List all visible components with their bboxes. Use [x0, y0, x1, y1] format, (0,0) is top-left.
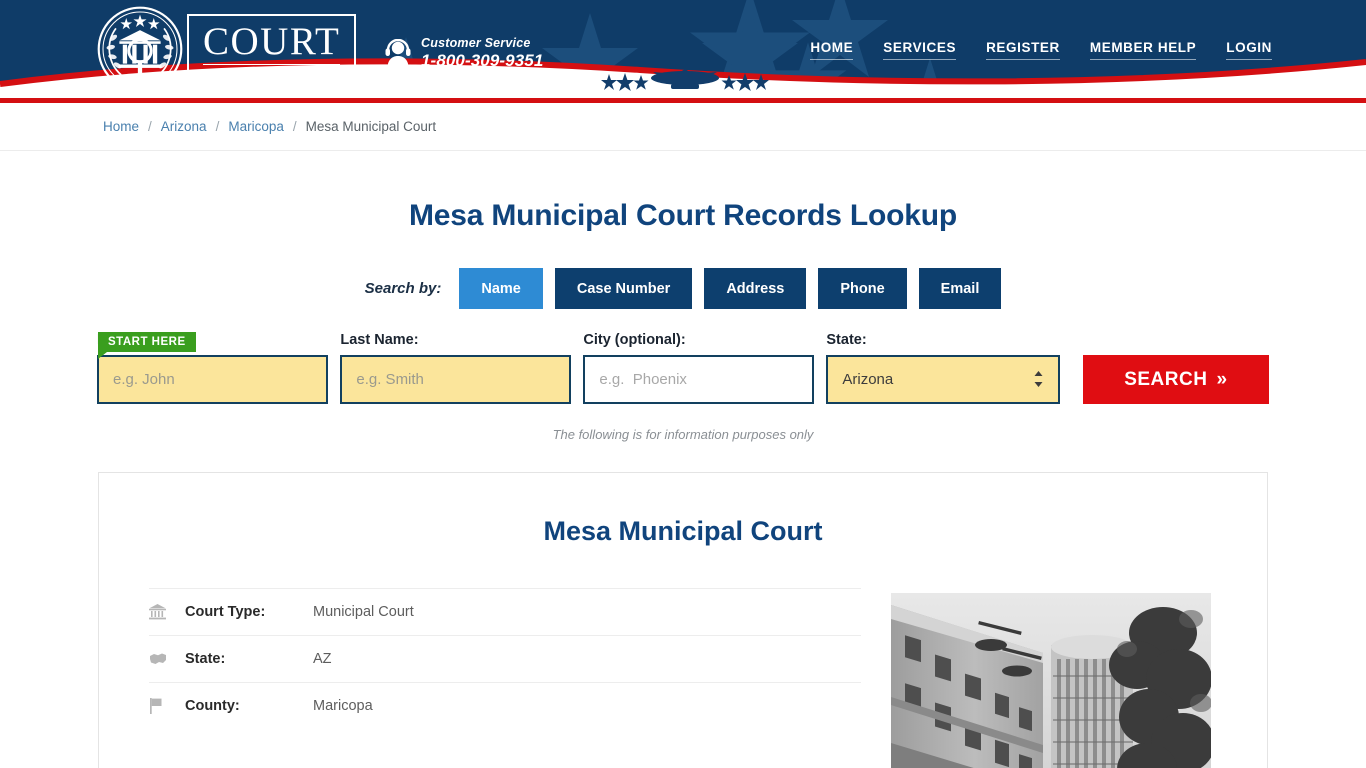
tab-case-number[interactable]: Case Number — [554, 268, 693, 309]
first-name-input[interactable] — [97, 355, 329, 404]
customer-service-label: Customer Service — [421, 36, 531, 50]
last-name-input[interactable] — [340, 355, 572, 404]
search-form-row: First Name: Last Name: City (optional): … — [0, 332, 1366, 404]
state-label-row: State: — [185, 651, 226, 667]
city-input[interactable] — [583, 355, 815, 404]
tab-phone[interactable]: Phone — [818, 268, 907, 309]
breadcrumb-separator: / — [215, 119, 220, 134]
logo-title: COURT — [203, 19, 341, 63]
table-row: County: Maricopa — [149, 682, 861, 729]
tab-address[interactable]: Address — [704, 268, 807, 309]
breadcrumb-item-current: Mesa Municipal Court — [305, 119, 437, 134]
site-header: COURT CASE FINDER Customer Service 1-800… — [0, 0, 1366, 98]
nav-item-services[interactable]: SERVICES — [883, 40, 957, 60]
logo-subtitle: CASE FINDER — [203, 63, 341, 80]
chevron-right-double-icon: » — [1216, 368, 1228, 390]
city-label: City (optional): — [583, 332, 686, 348]
breadcrumb-separator: / — [292, 119, 297, 134]
bank-building-icon — [149, 604, 185, 620]
site-logo[interactable]: COURT CASE FINDER — [97, 6, 357, 91]
court-detail-card: Mesa Municipal Court Court Type: Municip… — [98, 472, 1268, 768]
city-field-group: City (optional): — [583, 332, 815, 404]
tab-name[interactable]: Name — [459, 268, 543, 309]
court-type-label: Court Type: — [185, 604, 266, 620]
headset-agent-icon — [385, 38, 411, 68]
breadcrumb: Home / Arizona / Maricopa / Mesa Municip… — [0, 103, 1366, 151]
court-seal-icon — [97, 6, 183, 91]
court-type-value: Municipal Court — [313, 604, 414, 620]
customer-service-phone[interactable]: 1-800-309-9351 — [421, 51, 543, 71]
page-title: Mesa Municipal Court Records Lookup — [408, 199, 958, 232]
main-navigation[interactable]: HOME SERVICES REGISTER MEMBER HELP LOGIN — [810, 40, 1272, 60]
court-detail-body: Court Type: Municipal Court State: AZ Co… — [99, 588, 1267, 768]
county-label: County: — [185, 698, 240, 714]
start-here-badge: START HERE — [98, 332, 196, 359]
court-name-heading: Mesa Municipal Court — [543, 516, 823, 546]
last-name-field-group: Last Name: — [340, 332, 572, 404]
table-row: Court Type: Municipal Court — [149, 588, 861, 635]
search-by-label: Search by: — [364, 280, 442, 297]
nav-item-home[interactable]: HOME — [810, 40, 854, 60]
last-name-label: Last Name: — [340, 332, 419, 348]
state-field-group: State: Arizona — [826, 332, 1060, 404]
tab-email[interactable]: Email — [918, 268, 1002, 309]
table-row: State: AZ — [149, 635, 861, 682]
state-label: State: — [826, 332, 867, 348]
eagle-and-stars-emblem — [601, 69, 769, 91]
nav-item-login[interactable]: LOGIN — [1226, 40, 1272, 60]
disclaimer-text: The following is for information purpose… — [552, 427, 814, 442]
state-select[interactable]: Arizona — [826, 355, 1060, 404]
courthouse-photo — [891, 593, 1211, 768]
us-map-icon — [149, 652, 185, 666]
search-button-label: SEARCH — [1124, 368, 1208, 390]
breadcrumb-item-arizona[interactable]: Arizona — [161, 119, 207, 134]
search-button[interactable]: SEARCH » — [1082, 355, 1269, 404]
breadcrumb-separator: / — [148, 119, 152, 134]
nav-item-register[interactable]: REGISTER — [986, 40, 1060, 60]
customer-service-block[interactable]: Customer Service 1-800-309-9351 — [385, 36, 543, 71]
logo-wordmark: COURT CASE FINDER — [187, 13, 357, 87]
flag-icon — [149, 698, 185, 714]
court-info-table: Court Type: Municipal Court State: AZ Co… — [149, 588, 861, 768]
nav-item-member-help[interactable]: MEMBER HELP — [1089, 40, 1197, 60]
search-form: START HERE First Name: Last Name: City (… — [0, 332, 1366, 442]
search-by-tabs: Search by: Name Case Number Address Phon… — [0, 268, 1366, 309]
breadcrumb-item-maricopa[interactable]: Maricopa — [228, 119, 284, 134]
county-value: Maricopa — [313, 698, 373, 714]
breadcrumb-item-home[interactable]: Home — [103, 119, 139, 134]
state-value: AZ — [313, 651, 332, 667]
